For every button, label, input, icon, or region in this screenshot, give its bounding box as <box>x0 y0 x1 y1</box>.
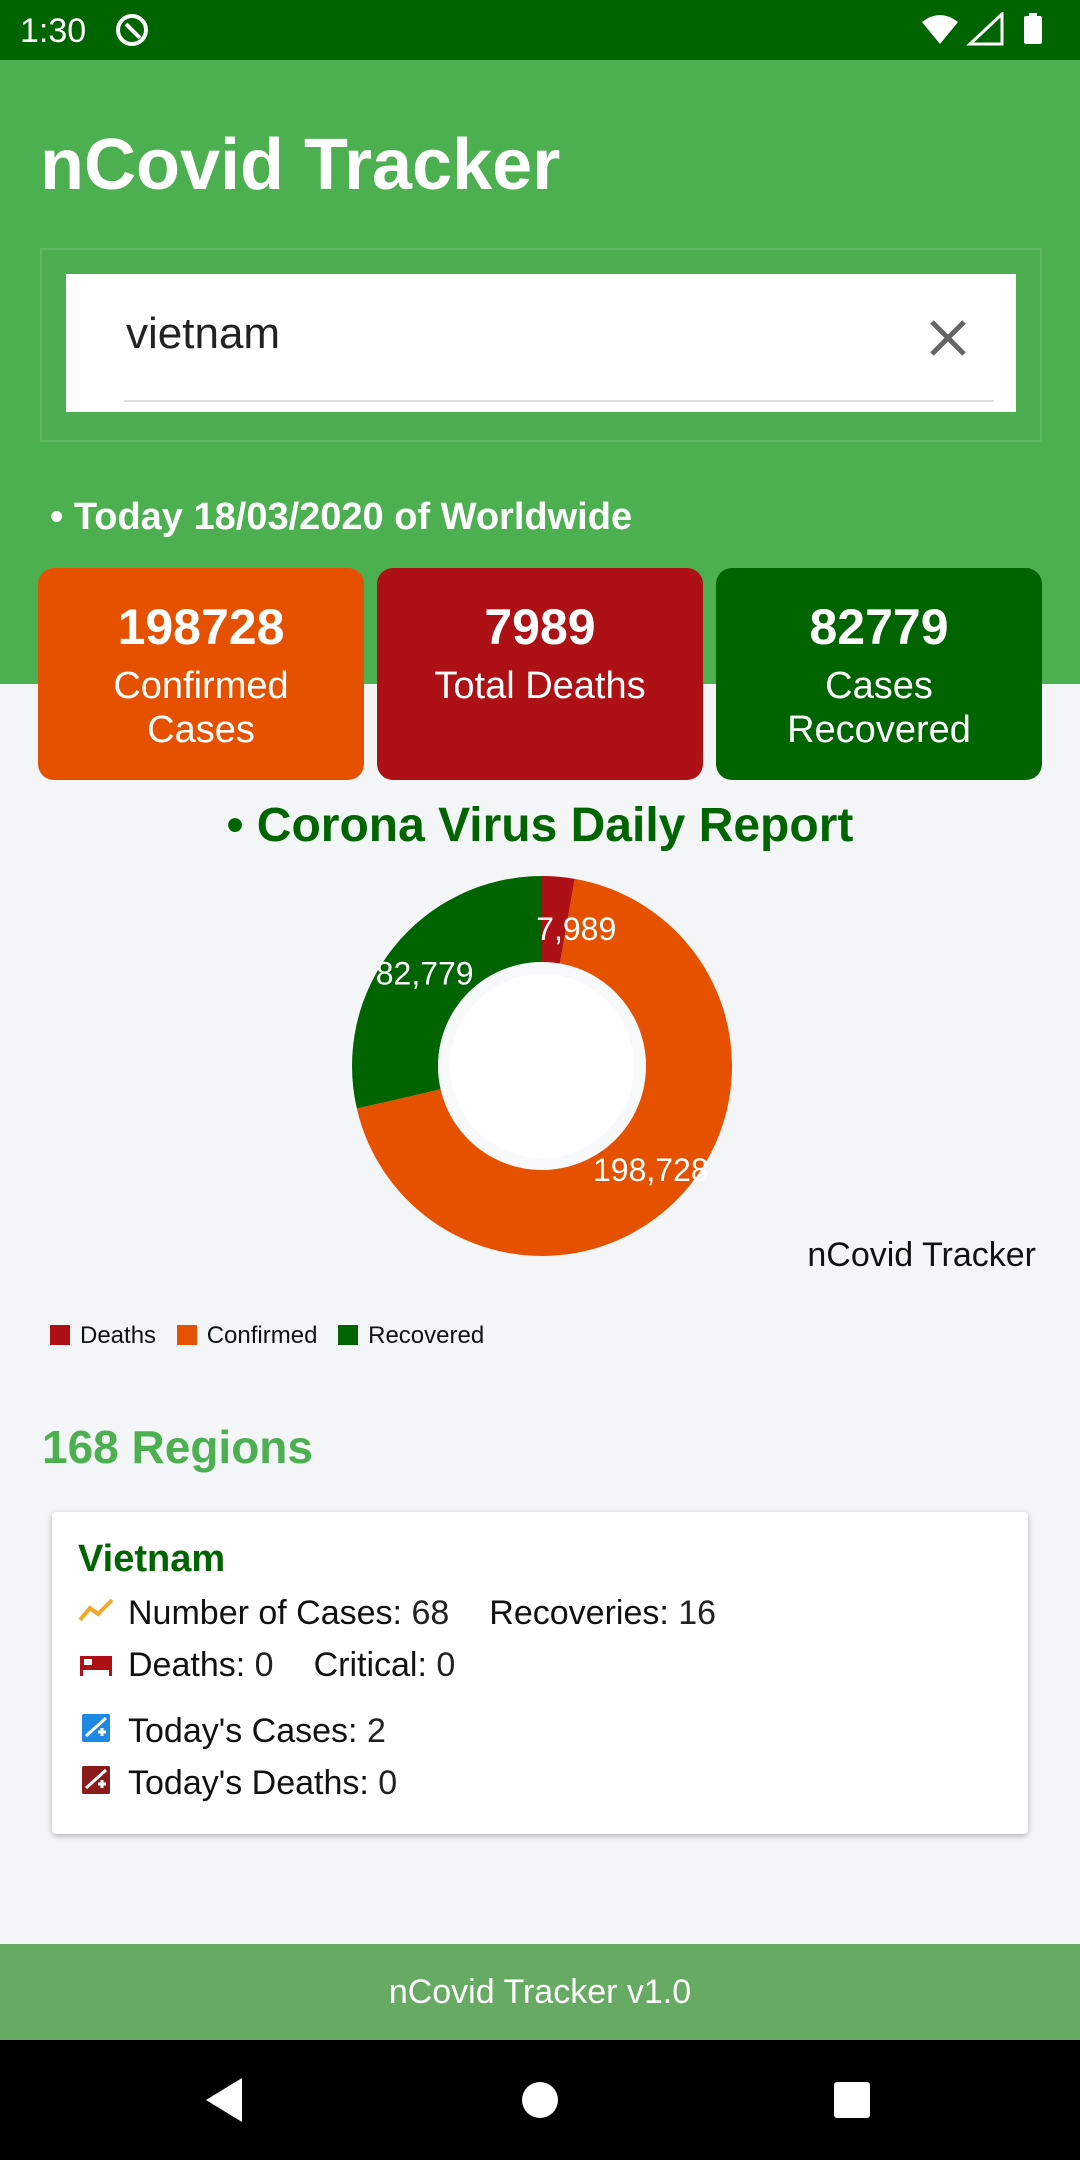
legend-label-recovered: Recovered <box>368 1322 485 1349</box>
cases-recovered-card: 82779 Cases Recovered <box>716 568 1042 780</box>
today-deaths-value: 0 <box>378 1764 398 1802</box>
region-deaths-row: Deaths: 0 Critical: 0 <box>78 1646 455 1685</box>
region-cases-row: Number of Cases: 68 Recoveries: 16 <box>78 1594 716 1633</box>
total-deaths-card: 7989 Total Deaths <box>377 568 703 780</box>
wifi-icon <box>922 15 958 44</box>
search-input[interactable] <box>124 298 888 370</box>
donut-label-confirmed: 198,728 <box>593 1152 709 1188</box>
navigation-bar <box>0 2040 1080 2160</box>
search-box <box>66 274 1016 412</box>
chart-caption: nCovid Tracker <box>807 1236 1036 1274</box>
signal-icon <box>966 12 1004 46</box>
today-cases-label: Today's Cases: <box>128 1712 358 1750</box>
donut-hole <box>450 974 634 1158</box>
legend-recovered: Recovered <box>338 1322 484 1350</box>
recents-icon[interactable] <box>792 2040 912 2160</box>
back-icon[interactable] <box>166 2040 286 2160</box>
region-card[interactable]: Vietnam Number of Cases: 68 Recoveries: 1… <box>52 1512 1028 1834</box>
legend-confirmed: Confirmed <box>176 1322 318 1350</box>
cases-label: Number of Cases: <box>128 1594 402 1632</box>
status-icons <box>922 12 1042 46</box>
cases-recovered-label: Cases Recovered <box>787 665 971 751</box>
today-deaths-label: Today's Deaths: <box>128 1764 369 1802</box>
trending-up-icon <box>78 1598 114 1622</box>
app-notification-icon <box>116 14 148 46</box>
recoveries-label: Recoveries: <box>489 1594 669 1632</box>
deaths-value: 0 <box>254 1646 274 1684</box>
footer: nCovid Tracker v1.0 <box>0 1944 1080 2040</box>
home-icon[interactable] <box>480 2040 600 2160</box>
app-title: nCovid Tracker <box>40 125 561 205</box>
confirmed-cases-value: 198728 <box>117 599 285 655</box>
legend-label-confirmed: Confirmed <box>206 1322 318 1349</box>
search-underline <box>124 400 994 402</box>
hospital-plus-icon <box>82 1714 110 1742</box>
total-deaths-label: Total Deaths <box>434 665 646 707</box>
today-label: • Today 18/03/2020 of Worldwide <box>50 496 633 538</box>
total-deaths-value: 7989 <box>484 599 596 655</box>
confirmed-cases-card: 198728 Confirmed Cases <box>38 568 364 780</box>
legend-swatch-deaths <box>50 1325 70 1345</box>
cases-recovered-value: 82779 <box>809 599 949 655</box>
today-cases-value: 2 <box>366 1712 386 1750</box>
hospital-plus-icon <box>82 1766 110 1794</box>
critical-label: Critical: <box>313 1646 427 1684</box>
search-container <box>40 248 1042 442</box>
bed-icon <box>80 1656 112 1676</box>
recoveries-value: 16 <box>678 1594 717 1632</box>
status-bar: 1:30 <box>0 0 1080 60</box>
close-icon[interactable] <box>918 308 978 368</box>
status-time: 1:30 <box>20 12 87 50</box>
battery-icon <box>1024 16 1042 44</box>
report-title: • Corona Virus Daily Report <box>226 799 854 852</box>
legend-swatch-confirmed <box>176 1325 197 1345</box>
region-today-deaths-row: Today's Deaths: 0 <box>78 1764 397 1803</box>
legend-deaths: Deaths <box>50 1322 156 1350</box>
region-name: Vietnam <box>78 1538 226 1580</box>
donut-label-deaths: 7,989 <box>536 911 616 947</box>
region-today-cases-row: Today's Cases: 2 <box>78 1712 386 1751</box>
legend-swatch-recovered <box>338 1325 359 1345</box>
chart-legend: Deaths Confirmed Recovered <box>50 1322 498 1350</box>
cases-value: 68 <box>411 1594 450 1632</box>
regions-title: 168 Regions <box>42 1421 313 1473</box>
deaths-label: Deaths: <box>128 1646 246 1684</box>
donut-label-recovered: 82,779 <box>376 956 474 992</box>
legend-label-deaths: Deaths <box>80 1322 157 1349</box>
donut-chart: 7,989 198,728 82,779 <box>352 876 732 1256</box>
confirmed-cases-label: Confirmed Cases <box>113 665 289 751</box>
critical-value: 0 <box>436 1646 456 1684</box>
